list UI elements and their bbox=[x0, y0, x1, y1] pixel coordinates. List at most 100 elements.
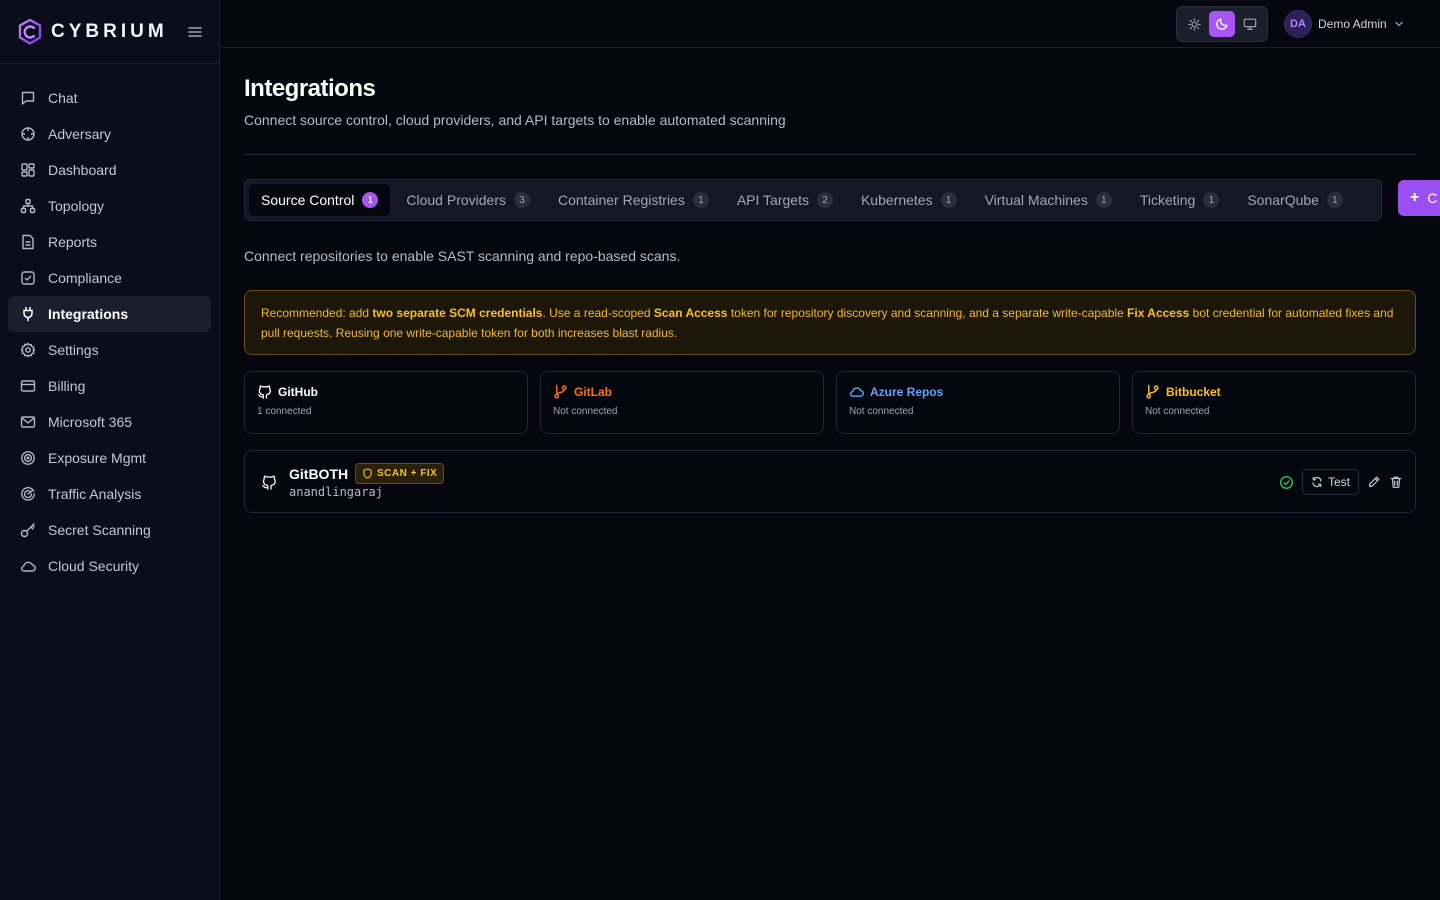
sidebar-item-integrations[interactable]: Integrations bbox=[8, 296, 211, 332]
add-integration-button[interactable]: + C bbox=[1398, 180, 1440, 216]
check-circle-icon bbox=[1279, 475, 1293, 489]
section-description: Connect repositories to enable SAST scan… bbox=[244, 248, 681, 264]
sidebar-item-label: Cloud Security bbox=[48, 558, 140, 574]
sidebar-item-compliance[interactable]: Compliance bbox=[8, 260, 211, 296]
tab-label: Virtual Machines bbox=[984, 192, 1088, 208]
tab-label: SonarQube bbox=[1247, 192, 1319, 208]
recommendation-alert: Recommended: add two separate SCM creden… bbox=[244, 290, 1416, 355]
tab-source-control[interactable]: Source Control 1 bbox=[249, 184, 391, 216]
chevron-down-icon bbox=[1395, 21, 1403, 27]
sidebar-item-topology[interactable]: Topology bbox=[8, 188, 211, 224]
theme-system-button[interactable] bbox=[1237, 11, 1263, 37]
provider-card-azure-repos[interactable]: Azure Repos Not connected bbox=[836, 371, 1120, 434]
tab-count-badge: 1 bbox=[1095, 192, 1112, 208]
tab-container-registries[interactable]: Container Registries 1 bbox=[546, 184, 721, 216]
provider-cards: GitHub 1 connected GitLab Not connected … bbox=[244, 371, 1416, 434]
credential-actions: Test bbox=[1279, 469, 1403, 495]
layout-dashboard-icon bbox=[21, 163, 35, 177]
tab-label: Container Registries bbox=[558, 192, 685, 208]
credential-row: GitBOTH SCAN + FIX anandlingaraj Test bbox=[244, 450, 1416, 513]
user-name: Demo Admin bbox=[1318, 17, 1387, 31]
tab-count-badge: 1 bbox=[362, 192, 379, 208]
target-icon bbox=[21, 451, 35, 465]
sidebar-item-label: Exposure Mgmt bbox=[48, 450, 147, 466]
gear-icon bbox=[20, 342, 36, 358]
alert-emphasis: Scan Access bbox=[653, 306, 728, 320]
network-icon bbox=[20, 198, 36, 214]
credential-username: anandlingaraj bbox=[289, 485, 383, 499]
provider-status: Not connected bbox=[1145, 406, 1210, 417]
sun-icon bbox=[1187, 17, 1201, 31]
moon-icon bbox=[1216, 18, 1228, 30]
add-button-label: C bbox=[1427, 190, 1438, 206]
sidebar-item-label: Microsoft 365 bbox=[48, 414, 133, 430]
sidebar-item-billing[interactable]: Billing bbox=[8, 368, 211, 404]
sidebar-item-cloud-security[interactable]: Cloud Security bbox=[8, 548, 211, 584]
provider-card-bitbucket[interactable]: Bitbucket Not connected bbox=[1132, 371, 1416, 434]
test-connection-button[interactable]: Test bbox=[1301, 469, 1359, 495]
tab-count-badge: 2 bbox=[816, 192, 833, 208]
provider-status: Not connected bbox=[849, 406, 914, 417]
tab-virtual-machines[interactable]: Virtual Machines 1 bbox=[973, 184, 1124, 216]
tab-count-badge: 1 bbox=[1326, 192, 1343, 208]
access-scope-badge: SCAN + FIX bbox=[355, 463, 445, 484]
theme-dark-button[interactable] bbox=[1209, 11, 1235, 37]
sidebar-item-exposure-mgmt[interactable]: Exposure Mgmt bbox=[8, 440, 211, 476]
provider-status: Not connected bbox=[553, 406, 618, 417]
provider-status: 1 connected bbox=[257, 406, 312, 417]
credential-name: GitBOTH bbox=[289, 466, 349, 482]
user-menu[interactable]: DA Demo Admin bbox=[1284, 10, 1404, 38]
theme-light-button[interactable] bbox=[1181, 11, 1207, 37]
sidebar-item-reports[interactable]: Reports bbox=[8, 224, 211, 260]
sidebar-item-secret-scanning[interactable]: Secret Scanning bbox=[8, 512, 211, 548]
sidebar-item-label: Chat bbox=[48, 90, 78, 106]
tab-sonarqube[interactable]: SonarQube 1 bbox=[1235, 184, 1355, 216]
git-branch-icon bbox=[554, 384, 567, 399]
tab-kubernetes[interactable]: Kubernetes 1 bbox=[849, 184, 969, 216]
wallet-icon bbox=[20, 380, 36, 392]
page-subtitle: Connect source control, cloud providers,… bbox=[244, 112, 786, 128]
tab-api-targets[interactable]: API Targets 2 bbox=[725, 184, 845, 216]
tab-label: Source Control bbox=[261, 192, 355, 208]
crosshair-icon bbox=[21, 127, 35, 141]
cybrium-logo-icon bbox=[18, 18, 42, 45]
provider-name: GitHub bbox=[278, 384, 318, 399]
alert-text: token for repository discovery and scann… bbox=[727, 306, 1128, 320]
provider-name: Azure Repos bbox=[870, 384, 944, 399]
sidebar-item-label: Adversary bbox=[48, 126, 112, 142]
tab-ticketing[interactable]: Ticketing 1 bbox=[1128, 184, 1232, 216]
shield-icon bbox=[363, 468, 372, 479]
sidebar-item-label: Billing bbox=[48, 378, 86, 394]
plug-icon bbox=[23, 306, 33, 322]
tab-count-badge: 1 bbox=[692, 192, 709, 208]
mail-icon bbox=[20, 416, 36, 428]
brand-name: CYBRIUM bbox=[51, 20, 168, 42]
sidebar-item-adversary[interactable]: Adversary bbox=[8, 116, 211, 152]
tab-label: API Targets bbox=[736, 192, 809, 208]
refresh-icon bbox=[1312, 476, 1322, 488]
sidebar-item-settings[interactable]: Settings bbox=[8, 332, 211, 368]
file-text-icon bbox=[22, 234, 34, 250]
sidebar-item-dashboard[interactable]: Dashboard bbox=[8, 152, 211, 188]
provider-card-github[interactable]: GitHub 1 connected bbox=[244, 371, 528, 434]
top-header: DA Demo Admin bbox=[220, 0, 1440, 48]
page-title: Integrations bbox=[244, 75, 376, 102]
sidebar-item-microsoft-365[interactable]: Microsoft 365 bbox=[8, 404, 211, 440]
provider-name: Bitbucket bbox=[1166, 384, 1221, 399]
menu-toggle-icon[interactable] bbox=[187, 25, 203, 39]
trash-icon[interactable] bbox=[1389, 475, 1403, 489]
alert-emphasis: two separate SCM credentials bbox=[372, 306, 543, 320]
pencil-icon[interactable] bbox=[1367, 475, 1381, 489]
check-square-icon bbox=[21, 271, 35, 285]
sidebar-item-label: Traffic Analysis bbox=[48, 486, 142, 502]
tab-cloud-providers[interactable]: Cloud Providers 3 bbox=[394, 184, 542, 216]
sidebar-item-traffic-analysis[interactable]: Traffic Analysis bbox=[8, 476, 211, 512]
sidebar-item-label: Topology bbox=[48, 198, 105, 214]
provider-name: GitLab bbox=[574, 384, 612, 399]
sidebar-item-chat[interactable]: Chat bbox=[8, 80, 211, 116]
provider-card-gitlab[interactable]: GitLab Not connected bbox=[540, 371, 824, 434]
alert-text: Recommended: add bbox=[261, 306, 373, 320]
badge-label: SCAN + FIX bbox=[377, 468, 438, 479]
plus-icon: + bbox=[1410, 189, 1420, 206]
integration-tabs: Source Control 1 Cloud Providers 3 Conta… bbox=[244, 179, 1382, 221]
